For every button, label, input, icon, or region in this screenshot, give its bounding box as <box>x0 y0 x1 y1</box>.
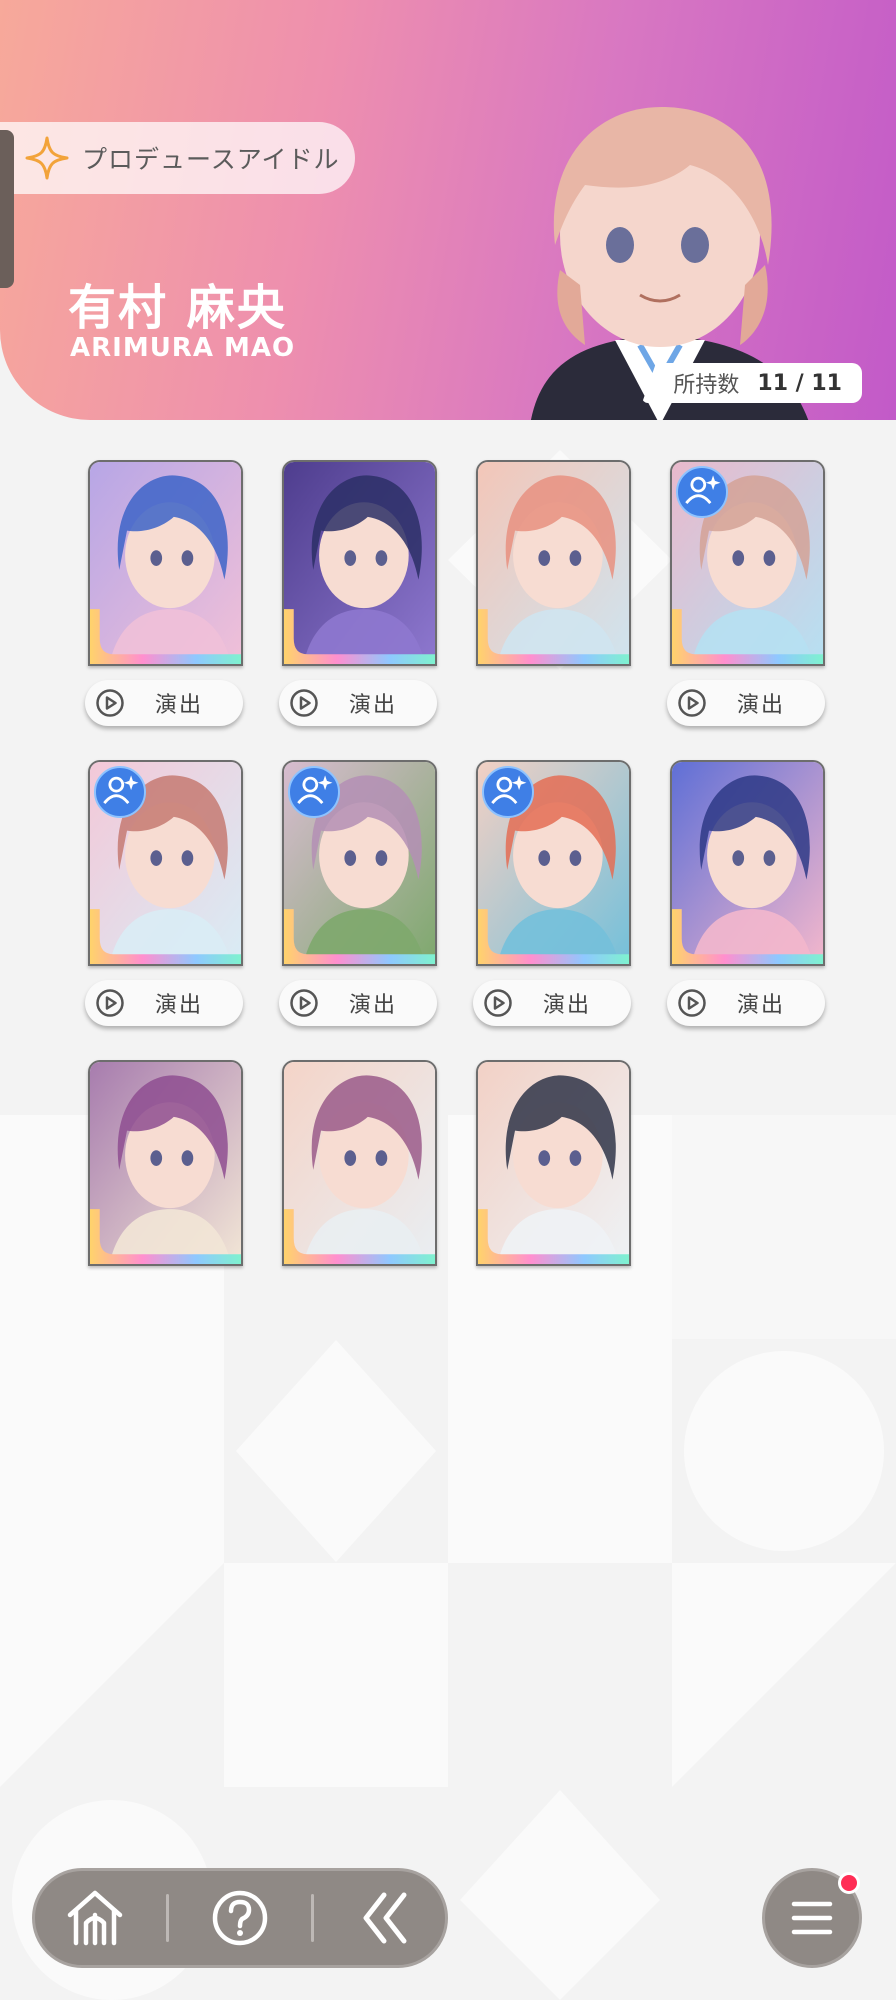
idol-card-art <box>284 462 435 664</box>
idol-card-art <box>478 1062 629 1264</box>
play-icon <box>678 989 706 1017</box>
play-icon <box>678 689 706 717</box>
plan-type-icon <box>94 766 146 818</box>
play-button-label: 演出 <box>543 993 592 1018</box>
play-icon <box>290 689 318 717</box>
idol-card-art <box>478 462 629 664</box>
idol-card[interactable] <box>282 460 437 666</box>
idol-card[interactable] <box>88 460 243 666</box>
play-button-label: 演出 <box>349 693 398 718</box>
idol-card[interactable] <box>476 1060 631 1266</box>
idol-card-grid: 演出 演出 演出 演出 演出 演出 演出 <box>0 0 896 1300</box>
idol-card[interactable] <box>670 760 825 966</box>
home-icon <box>67 1890 122 1946</box>
play-button-label: 演出 <box>737 693 786 718</box>
idol-card-art <box>284 1062 435 1264</box>
performance-play-button[interactable]: 演出 <box>279 980 437 1026</box>
plan-type-icon <box>288 766 340 818</box>
play-button-label: 演出 <box>737 993 786 1018</box>
help-button[interactable] <box>192 1878 288 1958</box>
play-button-label: 演出 <box>155 693 204 718</box>
performance-play-button[interactable]: 演出 <box>279 680 437 726</box>
bottom-nav-bar <box>32 1868 448 1968</box>
play-button-label: 演出 <box>349 993 398 1018</box>
play-icon <box>96 989 124 1017</box>
idol-card[interactable] <box>282 760 437 966</box>
plan-type-icon <box>676 466 728 518</box>
nav-divider <box>165 1894 169 1942</box>
play-icon <box>484 989 512 1017</box>
help-icon <box>212 1890 268 1946</box>
idol-card-art <box>90 462 241 664</box>
back-button[interactable] <box>337 1878 433 1958</box>
play-icon <box>290 989 318 1017</box>
idol-card[interactable] <box>88 1060 243 1266</box>
idol-card[interactable] <box>476 760 631 966</box>
performance-play-button[interactable]: 演出 <box>85 680 243 726</box>
back-double-chevron-icon <box>363 1892 407 1944</box>
idol-card[interactable] <box>88 760 243 966</box>
idol-card[interactable] <box>282 1060 437 1266</box>
play-icon <box>96 689 124 717</box>
plan-type-icon <box>482 766 534 818</box>
menu-icon <box>791 1901 833 1935</box>
performance-play-button[interactable]: 演出 <box>667 680 825 726</box>
side-drawer-tab[interactable] <box>0 130 14 288</box>
idol-card[interactable] <box>476 460 631 666</box>
home-button[interactable] <box>47 1878 143 1958</box>
performance-play-button[interactable]: 演出 <box>473 980 631 1026</box>
idol-card[interactable] <box>670 460 825 666</box>
play-button-label: 演出 <box>155 993 204 1018</box>
performance-play-button[interactable]: 演出 <box>85 980 243 1026</box>
idol-card-art <box>90 1062 241 1264</box>
performance-play-button[interactable]: 演出 <box>667 980 825 1026</box>
notification-dot <box>838 1872 860 1894</box>
nav-divider <box>311 1894 315 1942</box>
idol-card-art <box>672 762 823 964</box>
